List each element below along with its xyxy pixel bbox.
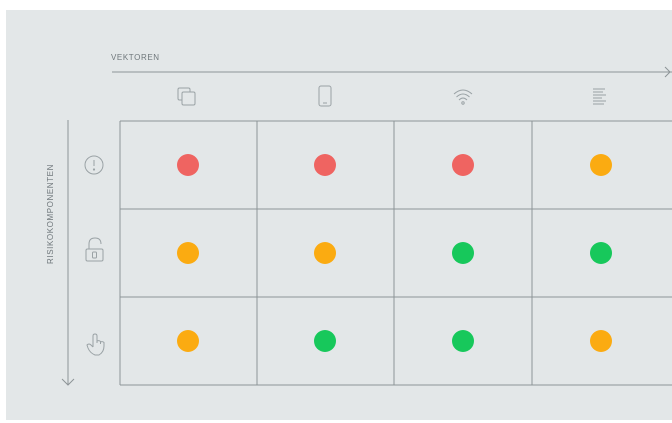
status-dot-orange bbox=[590, 330, 612, 352]
column-axis-label: VEKTOREN bbox=[111, 53, 160, 62]
text-document-icon bbox=[593, 88, 606, 105]
exclamation-circle-icon bbox=[84, 155, 104, 175]
pointing-hand-icon bbox=[86, 333, 105, 356]
status-dot-red bbox=[452, 154, 474, 176]
status-dot-green bbox=[590, 242, 612, 264]
status-dot-red bbox=[314, 154, 336, 176]
status-dot-orange bbox=[590, 154, 612, 176]
risk-matrix: VEKTOREN RISIKOKOMPONENTEN bbox=[46, 53, 672, 386]
status-dot-green bbox=[314, 330, 336, 352]
wifi-icon bbox=[453, 89, 473, 105]
status-dot-orange bbox=[314, 242, 336, 264]
padlock-open-icon bbox=[85, 237, 104, 262]
status-dot-green bbox=[452, 330, 474, 352]
matrix-grid bbox=[119, 120, 672, 386]
status-dot-green bbox=[452, 242, 474, 264]
status-dot-orange bbox=[177, 330, 199, 352]
status-dot-orange bbox=[177, 242, 199, 264]
status-dot-red bbox=[177, 154, 199, 176]
copy-windows-icon bbox=[177, 87, 196, 106]
row-axis-label: RISIKOKOMPONENTEN bbox=[46, 164, 55, 264]
smartphone-icon bbox=[318, 85, 332, 107]
